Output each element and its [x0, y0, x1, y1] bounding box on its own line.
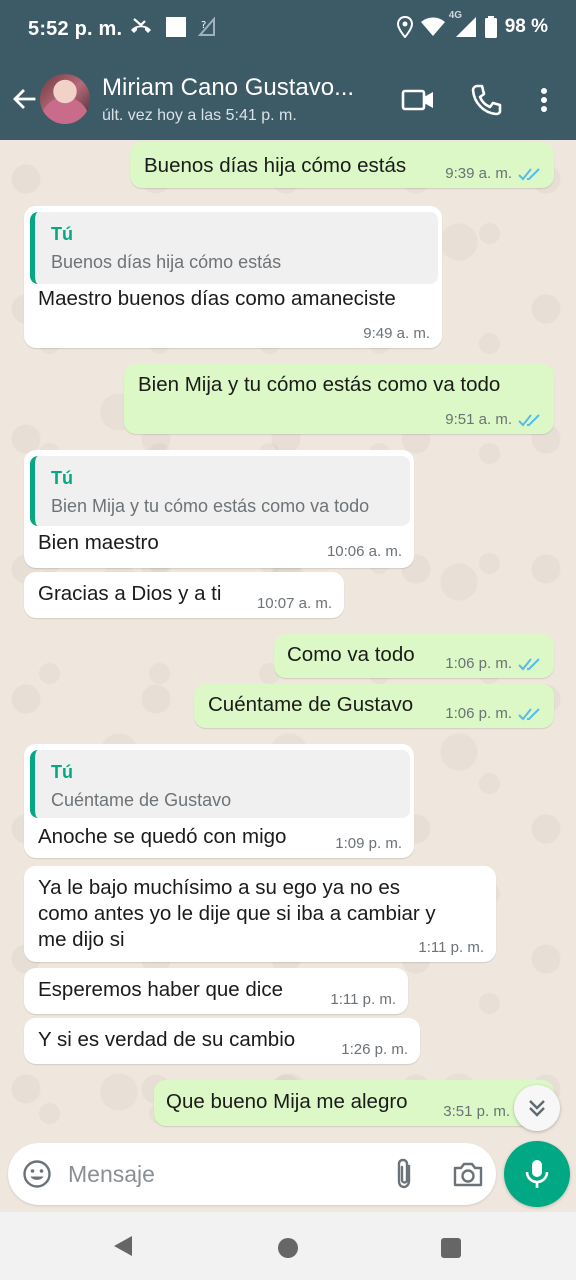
svg-text:?: ?: [201, 20, 206, 31]
message-text: Como va todo: [287, 643, 415, 666]
location-icon: [396, 16, 413, 38]
scroll-to-bottom-button[interactable]: [514, 1085, 560, 1131]
notification-square-icon: [166, 17, 186, 37]
message-time: 10:06 a. m.: [326, 543, 402, 560]
double-check-icon: [518, 707, 540, 720]
quote-author: Tú: [51, 762, 73, 782]
message-time: 1:11 p. m.: [330, 991, 396, 1008]
battery-percent: 98 %: [504, 16, 548, 37]
chat-area[interactable]: Buenos días hija cómo estás 9:39 a. m. T…: [0, 140, 576, 1140]
message-composer[interactable]: Mensaje: [8, 1143, 496, 1205]
nav-home-icon[interactable]: [278, 1238, 298, 1258]
message-text: Cuéntame de Gustavo: [208, 693, 414, 716]
message-outgoing[interactable]: Buenos días hija cómo estás 9:39 a. m.: [130, 142, 554, 188]
message-text: Maestro buenos días como amaneciste: [38, 287, 396, 310]
camera-icon[interactable]: [452, 1159, 484, 1189]
mic-icon: [525, 1160, 549, 1188]
message-text: Gracias a Dios y a ti: [38, 582, 222, 605]
status-bar: 5:52 p. m. ? 4G 98 %: [0, 0, 576, 62]
message-text: Buenos días hija cómo estás: [144, 154, 407, 177]
emoji-icon[interactable]: [22, 1159, 52, 1189]
message-text: Y si es verdad de su cambio: [38, 1028, 296, 1051]
quote-text: Cuéntame de Gustavo: [51, 790, 232, 810]
mic-button[interactable]: [504, 1141, 570, 1207]
quoted-message[interactable]: Tú Cuéntame de Gustavo: [30, 750, 410, 818]
message-time: 1:06 p. m.: [445, 655, 512, 672]
chat-header: Miriam Cano Gustavo... últ. vez hoy a la…: [0, 62, 576, 140]
message-text: Anoche se quedó con migo: [38, 825, 287, 848]
contact-name[interactable]: Miriam Cano Gustavo...: [102, 74, 372, 102]
nav-back-icon[interactable]: [112, 1234, 134, 1263]
quote-text: Buenos días hija cómo estás: [51, 252, 282, 272]
message-input[interactable]: Mensaje: [68, 1161, 155, 1188]
double-check-icon: [518, 657, 540, 670]
message-text: Bien maestro: [38, 531, 159, 554]
double-check-icon: [518, 167, 540, 180]
message-time: 1:26 p. m.: [341, 1041, 408, 1058]
message-outgoing[interactable]: Bien Mija y tu cómo estás como va todo 9…: [124, 364, 554, 434]
double-check-icon: [518, 413, 540, 426]
message-time: 1:06 p. m.: [445, 705, 512, 722]
missed-call-icon: [128, 16, 154, 38]
paperclip-icon[interactable]: [390, 1157, 420, 1191]
message-outgoing[interactable]: Que bueno Mija me alegro 3:51 p. m.: [154, 1080, 554, 1126]
message-text: Esperemos haber que dice: [38, 978, 284, 1001]
mobile-signal-icon: 4G: [449, 10, 477, 38]
wifi-icon: [420, 17, 445, 37]
message-incoming[interactable]: Esperemos haber que dice 1:11 p. m.: [24, 968, 408, 1014]
quote-author: Tú: [51, 468, 73, 488]
message-incoming[interactable]: Gracias a Dios y a ti 10:07 a. m.: [24, 572, 344, 618]
message-text-line: como antes yo le dije que si iba a cambi…: [38, 902, 436, 925]
message-time: 9:49 a. m.: [363, 325, 430, 342]
double-chevron-down-icon: [529, 1100, 545, 1117]
nav-recents-icon[interactable]: [441, 1238, 461, 1258]
no-signal-icon: ?: [198, 17, 216, 37]
status-time: 5:52 p. m.: [28, 18, 123, 40]
avatar[interactable]: [40, 74, 90, 124]
quoted-message[interactable]: Tú Bien Mija y tu cómo estás como va tod…: [30, 456, 410, 526]
message-text: Que bueno Mija me alegro: [166, 1090, 408, 1113]
quoted-message[interactable]: Tú Buenos días hija cómo estás: [30, 212, 438, 284]
message-text-line: Ya le bajo muchísimo a su ego ya no es: [38, 876, 400, 899]
message-time: 1:09 p. m.: [335, 835, 402, 852]
message-incoming[interactable]: Tú Cuéntame de Gustavo Anoche se quedó c…: [24, 744, 414, 858]
arrow-left-icon[interactable]: [8, 84, 40, 116]
system-nav-bar: [0, 1212, 576, 1280]
phone-icon[interactable]: [468, 82, 504, 118]
message-incoming[interactable]: Y si es verdad de su cambio 1:26 p. m.: [24, 1018, 420, 1064]
quote-author: Tú: [51, 224, 73, 244]
video-call-icon[interactable]: [400, 82, 436, 118]
last-seen-status: últ. vez hoy a las 5:41 p. m.: [102, 107, 297, 124]
message-incoming[interactable]: Tú Buenos días hija cómo estás Maestro b…: [24, 206, 442, 348]
message-time: 3:51 p. m.: [443, 1103, 510, 1120]
message-incoming[interactable]: Ya le bajo muchísimo a su ego ya no es c…: [24, 866, 496, 962]
message-time: 9:51 a. m.: [445, 411, 512, 428]
battery-icon: [484, 16, 497, 38]
message-time: 1:11 p. m.: [418, 939, 484, 956]
more-vert-icon[interactable]: [526, 82, 562, 118]
message-incoming[interactable]: Tú Bien Mija y tu cómo estás como va tod…: [24, 450, 414, 568]
message-time: 9:39 a. m.: [445, 165, 512, 182]
message-outgoing[interactable]: Cuéntame de Gustavo 1:06 p. m.: [194, 684, 554, 728]
quote-text: Bien Mija y tu cómo estás como va todo: [51, 496, 370, 516]
message-time: 10:07 a. m.: [256, 595, 332, 612]
message-text: Bien Mija y tu cómo estás como va todo: [138, 373, 501, 396]
message-outgoing[interactable]: Como va todo 1:06 p. m.: [274, 634, 554, 678]
message-text-line: me dijo si: [38, 928, 125, 951]
